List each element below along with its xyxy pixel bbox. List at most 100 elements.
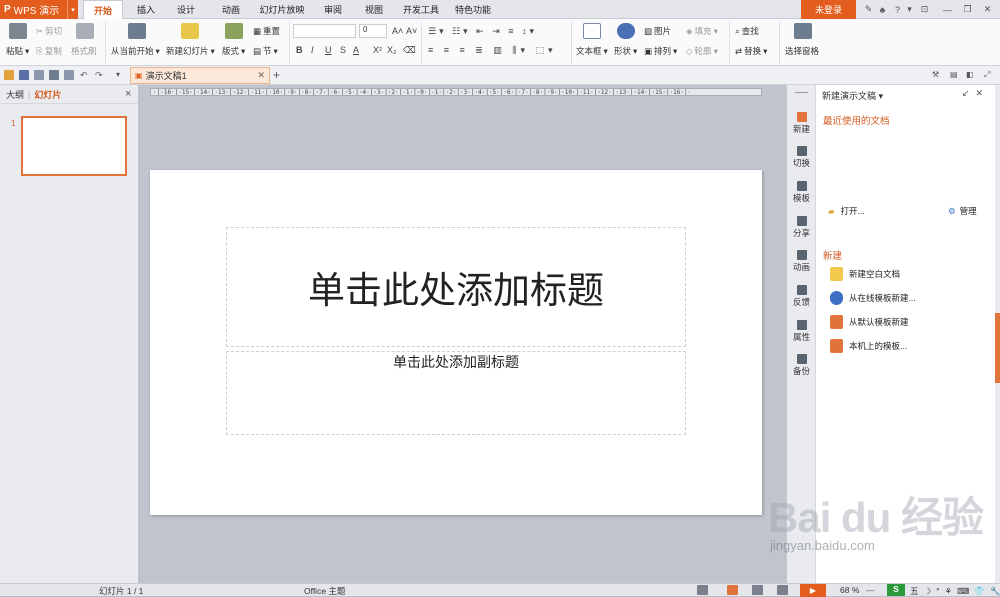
reading-view-icon[interactable] bbox=[777, 585, 788, 595]
slideshow-play-button[interactable]: ▶ bbox=[800, 584, 826, 597]
underline-icon[interactable]: U bbox=[325, 44, 332, 56]
task-share[interactable]: 分享 bbox=[787, 216, 816, 239]
notes-icon[interactable] bbox=[697, 585, 708, 595]
format-painter-button[interactable]: 格式刷 bbox=[71, 45, 97, 57]
task-properties[interactable]: 属性 bbox=[787, 320, 816, 343]
tab-special[interactable]: 特色功能 bbox=[449, 0, 497, 19]
cut-button[interactable]: ✂ 剪切 bbox=[36, 25, 62, 37]
minimize-icon[interactable]: — bbox=[941, 3, 954, 16]
preview-icon[interactable] bbox=[64, 70, 74, 80]
picture-button[interactable]: ▧ 图片 bbox=[644, 25, 671, 37]
tab-design[interactable]: 设计 bbox=[168, 0, 204, 19]
format-painter-icon[interactable] bbox=[76, 23, 94, 39]
task-pane-controls[interactable]: ↙✕ bbox=[962, 88, 989, 99]
from-current-button[interactable]: 从当前开始 ▾ bbox=[111, 45, 160, 57]
slide-thumbnail[interactable] bbox=[21, 116, 127, 176]
outline-tab[interactable]: 大纲 bbox=[6, 88, 24, 101]
save-icon[interactable] bbox=[19, 70, 29, 80]
close-tab-icon[interactable]: ✕ bbox=[257, 70, 265, 81]
maximize-icon[interactable]: ❐ bbox=[961, 3, 974, 16]
outline-button[interactable]: ◇ 轮廓 ▾ bbox=[686, 45, 718, 57]
tab-home[interactable]: 开始 bbox=[83, 0, 123, 20]
open-button[interactable]: ▰ 打开... bbox=[828, 205, 865, 217]
slide-canvas[interactable]: 单击此处添加标题 单击此处添加副标题 bbox=[150, 170, 762, 515]
expand-icon[interactable]: ⤢ bbox=[984, 70, 994, 80]
tab-developer[interactable]: 开发工具 bbox=[397, 0, 445, 19]
tab-review[interactable]: 审阅 bbox=[315, 0, 351, 19]
ime-logo-icon[interactable]: S bbox=[887, 584, 905, 596]
zoom-out-icon[interactable]: — bbox=[866, 585, 875, 595]
tab-view[interactable]: 视图 bbox=[356, 0, 392, 19]
customize-dropdown-icon[interactable]: ▾ bbox=[116, 70, 126, 80]
doc-icon[interactable]: ▤ bbox=[950, 70, 960, 80]
redo-icon[interactable]: ↷ bbox=[95, 70, 105, 80]
selection-pane-button[interactable]: 选择窗格 bbox=[785, 45, 819, 57]
task-template[interactable]: 模板 bbox=[787, 181, 816, 204]
italic-icon[interactable]: I bbox=[311, 44, 314, 56]
text-box-icon[interactable] bbox=[583, 23, 601, 39]
new-slide-icon[interactable] bbox=[181, 23, 199, 39]
app-menu-button[interactable]: P WPS 演示 ▾ bbox=[0, 0, 78, 19]
font-color-icon[interactable]: A bbox=[353, 44, 359, 56]
reset-button[interactable]: ▦ 重置 bbox=[253, 25, 280, 37]
title-placeholder[interactable]: 单击此处添加标题 bbox=[226, 227, 686, 347]
online-template-button[interactable]: 从在线模板新建... bbox=[830, 291, 916, 305]
new-slide-button[interactable]: 新建幻灯片 ▾ bbox=[166, 45, 215, 57]
tab-slideshow[interactable]: 幻灯片放映 bbox=[254, 0, 310, 19]
collapse-handle[interactable] bbox=[995, 313, 1000, 383]
paste-icon[interactable] bbox=[9, 23, 27, 39]
copy-button[interactable]: ⎘ 复制 bbox=[36, 45, 62, 57]
play-from-current-icon[interactable] bbox=[128, 23, 146, 39]
sorter-view-icon[interactable] bbox=[752, 585, 763, 595]
find-button[interactable]: ⌕ 查找 bbox=[735, 25, 759, 37]
task-switch[interactable]: 切换 bbox=[787, 146, 816, 169]
bold-icon[interactable]: B bbox=[296, 44, 303, 56]
layout-icon[interactable] bbox=[225, 23, 243, 39]
new-tab-icon[interactable]: + bbox=[273, 69, 283, 81]
export-pdf-icon[interactable] bbox=[34, 70, 44, 80]
normal-view-icon[interactable] bbox=[727, 585, 738, 595]
manage-button[interactable]: ⚙ 管理 bbox=[948, 205, 977, 217]
slides-tab[interactable]: 幻灯片 bbox=[34, 88, 61, 101]
task-feedback[interactable]: 反馈 bbox=[787, 285, 816, 308]
zoom-level[interactable]: 68 % bbox=[840, 585, 859, 595]
task-backup[interactable]: 备份 bbox=[787, 354, 816, 377]
open-icon[interactable] bbox=[4, 70, 14, 80]
local-template-button[interactable]: 本机上的模板... bbox=[830, 339, 907, 353]
layout-button[interactable]: 版式 ▾ bbox=[222, 45, 245, 57]
superscript-icon[interactable]: X² bbox=[373, 44, 382, 56]
subtitle-placeholder[interactable]: 单击此处添加副标题 bbox=[226, 351, 686, 435]
chevron-down-icon[interactable]: ▾ bbox=[67, 0, 78, 19]
new-blank-button[interactable]: 新建空白文档 bbox=[830, 267, 900, 281]
selection-pane-icon[interactable] bbox=[794, 23, 812, 39]
list-icons[interactable]: ☰▾ ☷▾ ⇤ ⇥ ≡ ↕▾ bbox=[428, 25, 537, 37]
shadow-icon[interactable]: S bbox=[340, 44, 346, 56]
login-button[interactable]: 未登录 bbox=[801, 0, 856, 19]
close-icon[interactable]: ✕ bbox=[981, 3, 994, 16]
arrange-button[interactable]: ▣ 排列 ▾ bbox=[644, 45, 677, 57]
hammer-icon[interactable]: ⚒ bbox=[932, 70, 942, 80]
tab-animation[interactable]: 动画 bbox=[213, 0, 249, 19]
print-icon[interactable] bbox=[49, 70, 59, 80]
text-box-button[interactable]: 文本框 ▾ bbox=[576, 45, 608, 57]
clear-format-icon[interactable]: ⌫ bbox=[403, 44, 416, 56]
replace-button[interactable]: ⇄ 替换 ▾ bbox=[735, 45, 767, 57]
section-button[interactable]: ▤ 节 ▾ bbox=[253, 45, 278, 57]
help-dropdown-icon[interactable]: ▾ bbox=[903, 3, 916, 16]
restore-ribbon-icon[interactable]: ⊡ bbox=[918, 3, 931, 16]
undo-icon[interactable]: ↶ bbox=[80, 70, 90, 80]
shrink-font-icon[interactable]: A˅ bbox=[406, 25, 417, 37]
tab-insert[interactable]: 插入 bbox=[128, 0, 164, 19]
ime-toolbar[interactable]: 五☽°⚘⌨👕🔧 bbox=[910, 585, 1000, 597]
shirt-icon[interactable]: ♣ bbox=[876, 3, 889, 16]
task-pane-title[interactable]: 新建演示文稿 ▾ bbox=[822, 89, 883, 102]
grow-font-icon[interactable]: A˄ bbox=[392, 25, 403, 37]
task-animation[interactable]: 动画 bbox=[787, 250, 816, 273]
subscript-icon[interactable]: X₂ bbox=[387, 44, 397, 56]
view-icon[interactable]: ◧ bbox=[966, 70, 976, 80]
align-icons[interactable]: ≡ ≡ ≡ ≣ ▥ ⫼▾ ⬚▾ bbox=[428, 44, 556, 56]
paste-button[interactable]: 粘贴 ▾ bbox=[6, 45, 29, 57]
pane-resize-grip[interactable] bbox=[995, 85, 1000, 583]
fill-button[interactable]: ◈ 填充 ▾ bbox=[686, 25, 718, 37]
shape-button[interactable]: 形状 ▾ bbox=[614, 45, 637, 57]
